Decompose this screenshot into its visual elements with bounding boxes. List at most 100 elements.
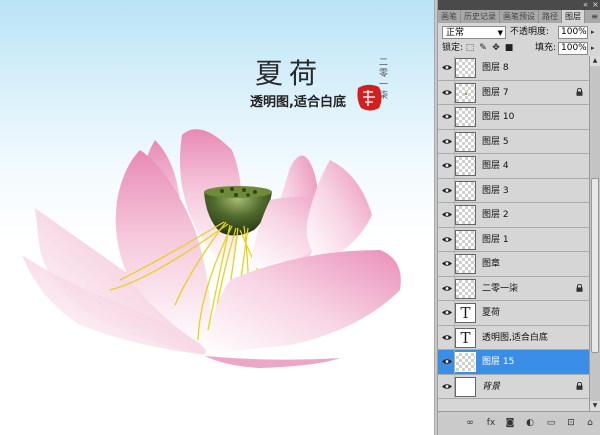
layers-panel: « × 画笔 历史记录 画笔预设 路径 图层 ≡ 正常 ▼ 不透明度: 100%…	[438, 0, 600, 435]
close-icon[interactable]: ×	[592, 0, 599, 10]
layer-row[interactable]: 图层 3	[438, 178, 589, 203]
layer-list: 图层 8 图层 7 图层 10 图层 5 图层 4 图层 3 图层 2 图层 1 图章 二零一柒 T…	[438, 56, 589, 411]
panel-tabs: 画笔 历史记录 画笔预设 路径 图层	[438, 10, 600, 23]
visibility-eye-icon[interactable]	[440, 154, 455, 178]
link-icon[interactable]: ∞	[464, 417, 476, 429]
visibility-eye-icon[interactable]	[440, 325, 455, 350]
layer-row[interactable]: 图层 7	[438, 80, 589, 105]
lock-icon	[576, 283, 583, 292]
layer-name: 图层 8	[482, 63, 509, 73]
trash-icon[interactable]: ⌂	[584, 417, 596, 429]
layer-thumbnail	[455, 352, 476, 372]
layers-bottom-bar: ∞ fx ◙ ◐ ▭ ⊡ ⌂	[438, 411, 600, 435]
document-canvas[interactable]: 夏荷 透明图,适合白底 二零一柒	[0, 0, 434, 435]
lock-all-icon[interactable]: ■	[504, 43, 514, 53]
layer-row[interactable]: 二零一柒	[438, 276, 589, 301]
layer-row[interactable]: 图层 10	[438, 105, 589, 130]
layer-row[interactable]: T 透明图,适合白底	[438, 325, 589, 350]
layer-name: 图层 1	[482, 234, 509, 245]
lock-row: 锁定: ⬚ ✎ ✥ ■ 填充: 100% ▸	[438, 42, 600, 57]
opacity-input[interactable]: 100%	[558, 26, 588, 39]
layer-name: 图层 15	[482, 357, 515, 367]
chevron-down-icon: ▼	[497, 29, 503, 37]
layer-row[interactable]: 图层 2	[438, 203, 589, 228]
layer-thumbnail	[455, 205, 476, 225]
lock-icon	[576, 87, 583, 96]
visibility-eye-icon[interactable]	[440, 350, 455, 374]
layer-thumbnail	[455, 229, 476, 250]
layer-thumbnail: T	[455, 303, 476, 323]
visibility-eye-icon[interactable]	[440, 129, 455, 154]
layer-row[interactable]: 图层 15	[438, 350, 589, 375]
tab-brush[interactable]: 画笔	[438, 10, 461, 23]
blend-mode-select[interactable]: 正常 ▼	[442, 26, 506, 39]
layer-thumbnail	[455, 58, 476, 78]
layer-row[interactable]: 图层 8	[438, 56, 589, 81]
layer-thumbnail	[455, 107, 476, 127]
visibility-eye-icon[interactable]	[440, 301, 455, 325]
scroll-thumb[interactable]	[591, 178, 599, 353]
layer-name: 图章	[482, 259, 501, 269]
layer-row[interactable]: T 夏荷	[438, 301, 589, 326]
artwork-title: 夏荷	[255, 57, 324, 90]
visibility-eye-icon[interactable]	[440, 105, 455, 129]
scroll-down-icon[interactable]: ▼	[590, 401, 600, 411]
layer-thumbnail	[455, 180, 476, 201]
fx-icon[interactable]: fx	[485, 417, 497, 429]
visibility-eye-icon[interactable]	[440, 374, 455, 399]
blend-mode-value: 正常	[446, 28, 465, 38]
fill-label: 填充:	[535, 43, 557, 53]
panel-menu-icon[interactable]: ≡	[591, 10, 598, 23]
new-layer-icon[interactable]: ⊡	[565, 417, 577, 429]
lock-position-icon[interactable]: ✥	[491, 43, 501, 53]
tab-paths[interactable]: 路径	[539, 10, 562, 23]
visibility-eye-icon[interactable]	[440, 252, 455, 276]
layer-name: 背景	[482, 381, 501, 392]
layer-name: 图层 4	[482, 161, 509, 171]
lotus-flower-artwork	[22, 129, 401, 368]
visibility-eye-icon[interactable]	[440, 56, 455, 80]
layer-thumbnail	[455, 82, 476, 103]
lock-label: 锁定:	[442, 43, 464, 53]
scroll-up-icon[interactable]: ▲	[590, 56, 600, 66]
visibility-eye-icon[interactable]	[440, 203, 455, 227]
layer-thumbnail: T	[455, 327, 476, 348]
layer-thumbnail	[455, 376, 476, 397]
layer-row[interactable]: 背景	[438, 374, 589, 399]
visibility-eye-icon[interactable]	[440, 276, 455, 301]
adjustment-icon[interactable]: ◐	[524, 417, 536, 429]
tab-layers[interactable]: 图层	[562, 10, 585, 23]
lock-pixels-icon[interactable]: ✎	[478, 43, 488, 53]
fill-input[interactable]: 100%	[558, 42, 588, 55]
mask-icon[interactable]: ◙	[504, 417, 516, 429]
panel-title-bar: « ×	[438, 0, 600, 10]
group-icon[interactable]: ▭	[545, 417, 557, 429]
lock-icon	[576, 381, 583, 390]
layer-name: 图层 7	[482, 87, 509, 98]
fill-arrow-icon[interactable]: ▸	[591, 42, 595, 55]
layer-row[interactable]: 图层 5	[438, 129, 589, 154]
visibility-eye-icon[interactable]	[440, 178, 455, 203]
collapse-icon[interactable]: «	[583, 0, 588, 10]
visibility-eye-icon[interactable]	[440, 80, 455, 105]
opacity-label: 不透明度:	[510, 27, 550, 37]
visibility-eye-icon[interactable]	[440, 227, 455, 252]
layer-list-scrollbar[interactable]: ▲ ▼	[589, 56, 600, 411]
lock-transparency-icon[interactable]: ⬚	[465, 43, 475, 53]
thumbnail-content-dot	[465, 92, 467, 95]
opacity-arrow-icon[interactable]: ▸	[591, 26, 595, 39]
layer-name: 图层 2	[482, 210, 509, 220]
blend-row: 正常 ▼ 不透明度: 100% ▸	[438, 24, 600, 42]
tab-history[interactable]: 历史记录	[461, 10, 500, 23]
layer-row[interactable]: 图层 1	[438, 227, 589, 252]
layer-row[interactable]: 图章	[438, 252, 589, 277]
layer-name: 图层 3	[482, 185, 509, 196]
layer-thumbnail	[455, 254, 476, 274]
tab-brush-presets[interactable]: 画笔预设	[500, 10, 539, 23]
layer-name: 图层 5	[482, 136, 509, 147]
layer-name: 透明图,适合白底	[482, 332, 548, 343]
layer-name: 夏荷	[482, 308, 501, 318]
layer-thumbnail	[455, 131, 476, 152]
layer-thumbnail	[455, 278, 476, 299]
layer-row[interactable]: 图层 4	[438, 154, 589, 179]
